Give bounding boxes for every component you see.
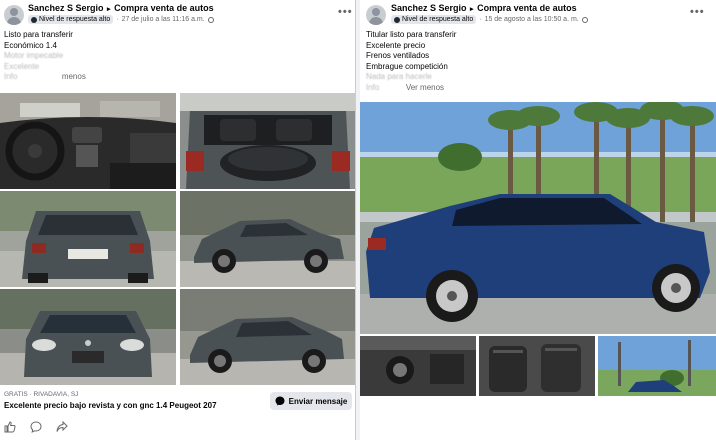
text-line: Económico 1.4 — [4, 40, 57, 50]
text-line: Info — [4, 72, 18, 82]
group-name[interactable]: Compra venta de autos — [477, 3, 577, 13]
arrow-icon: ▸ — [107, 6, 111, 13]
photo-trunk[interactable] — [180, 93, 355, 189]
photo-interior-dashboard[interactable] — [0, 93, 176, 189]
photo-car-three-quarter[interactable] — [180, 289, 355, 385]
photo-car-main[interactable] — [360, 102, 716, 334]
post-header: Sanchez S Sergio ▸ Compra venta de autos… — [0, 0, 355, 30]
badge-icon — [31, 16, 37, 23]
text-line: Info — [366, 82, 380, 92]
response-badge: Nivel de respuesta alto — [28, 15, 114, 24]
post-text: Listo para transferir Económico 1.4 Moto… — [4, 30, 86, 83]
text-line: Embrague competición — [366, 61, 448, 71]
see-less-link[interactable]: menos — [62, 72, 86, 81]
author-name[interactable]: Sanchez S Sergio — [28, 3, 104, 13]
photo-car-rear[interactable] — [0, 191, 176, 287]
more-options-icon[interactable]: ••• — [690, 6, 705, 18]
separator: · — [479, 16, 482, 23]
share-icon[interactable] — [56, 421, 68, 433]
globe-icon — [581, 16, 588, 23]
more-options-icon[interactable]: ••• — [338, 6, 353, 18]
post-text: Titular listo para transferir Excelente … — [366, 30, 456, 94]
text-line: Titular listo para transferir — [366, 30, 457, 39]
badge-label: Nivel de respuesta alto — [39, 16, 111, 23]
separator: · — [116, 16, 119, 23]
photo-grid — [0, 93, 355, 385]
send-message-button[interactable]: Enviar mensaje — [270, 392, 352, 410]
messenger-icon — [275, 396, 285, 406]
avatar[interactable] — [366, 5, 386, 25]
post-date[interactable]: 15 de agosto a las 10:50 a. m. — [485, 16, 579, 23]
text-line: Listo para transferir — [4, 30, 73, 39]
listing-price-location: GRATIS · RIVADAVIA, SJ — [4, 391, 79, 398]
response-badge: Nivel de respuesta alto — [391, 15, 477, 24]
photo-thumb-seats[interactable] — [479, 336, 595, 396]
avatar[interactable] — [4, 5, 24, 25]
badge-icon — [394, 16, 400, 23]
arrow-icon: ▸ — [470, 6, 474, 13]
post-actions — [4, 421, 68, 433]
post-title: Sanchez S Sergio ▸ Compra venta de autos — [391, 3, 577, 13]
photo-thumb-exterior[interactable] — [598, 336, 716, 396]
see-less-link[interactable]: Ver menos — [406, 83, 444, 92]
post-header: Sanchez S Sergio ▸ Compra venta de autos… — [360, 0, 716, 30]
photo-car-side[interactable] — [180, 191, 355, 287]
like-icon[interactable] — [4, 421, 16, 433]
text-line: Excelente precio — [366, 40, 426, 50]
text-line: Excelente — [4, 61, 40, 71]
post-title: Sanchez S Sergio ▸ Compra venta de autos — [28, 3, 214, 13]
send-message-label: Enviar mensaje — [288, 396, 348, 406]
badge-label: Nivel de respuesta alto — [402, 16, 474, 23]
text-line: Frenos ventilados — [366, 51, 430, 61]
text-line: Motor impecable — [4, 51, 64, 61]
post-meta: Nivel de respuesta alto · 27 de julio a … — [28, 15, 214, 24]
listing-title[interactable]: Excelente precio bajo revista y con gnc … — [4, 401, 217, 410]
text-line: Nada para hacerle — [366, 72, 432, 82]
post-date[interactable]: 27 de julio a las 11:16 a.m. — [122, 16, 205, 23]
post-meta: Nivel de respuesta alto · 15 de agosto a… — [391, 15, 588, 24]
photo-thumb-console[interactable] — [360, 336, 476, 396]
comment-icon[interactable] — [30, 421, 42, 433]
group-name[interactable]: Compra venta de autos — [114, 3, 214, 13]
post-card-2: Sanchez S Sergio ▸ Compra venta de autos… — [360, 0, 716, 440]
globe-icon — [207, 16, 214, 23]
post-card-1: Sanchez S Sergio ▸ Compra venta de autos… — [0, 0, 356, 440]
author-name[interactable]: Sanchez S Sergio — [391, 3, 467, 13]
photo-car-front[interactable] — [0, 289, 176, 385]
